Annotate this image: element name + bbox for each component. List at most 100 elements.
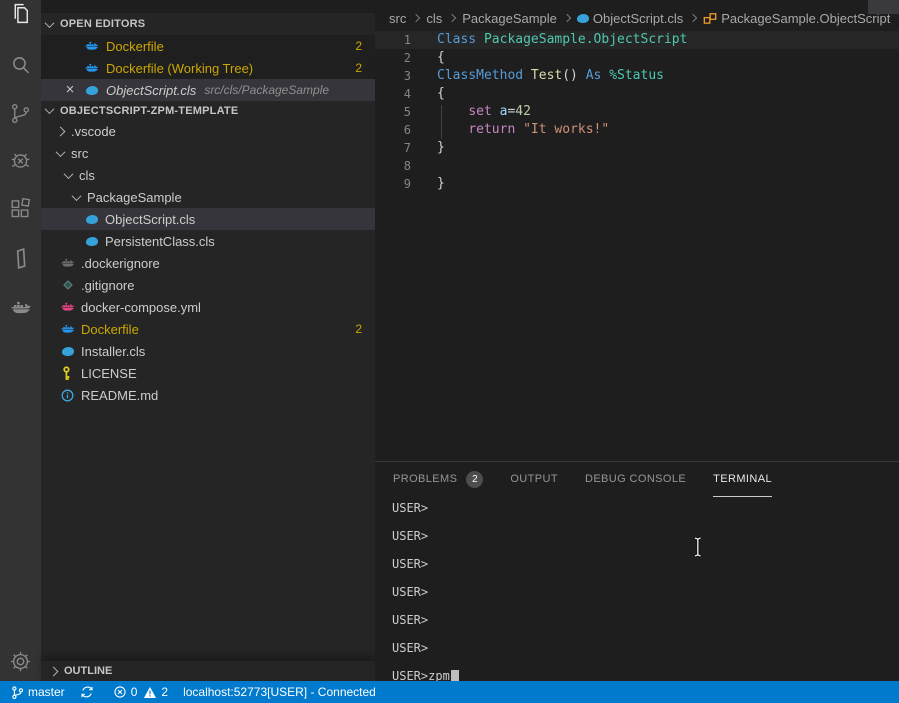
tree-file-persistentclass-cls[interactable]: PersistentClass.cls <box>41 230 375 252</box>
code-line-text: } <box>420 175 445 193</box>
terminal-input-line: USER>zpm <box>392 669 899 681</box>
terminal-prompt-line: USER> <box>392 613 899 641</box>
panel-tab-output[interactable]: OUTPUT <box>510 462 558 497</box>
panel-tab-label: DEBUG CONSOLE <box>585 473 686 485</box>
line-number: 1 <box>375 31 420 49</box>
docker-icon <box>8 295 34 320</box>
code-line-text <box>420 157 437 175</box>
terminal-prompt-line: USER> <box>392 501 899 529</box>
terminal-prompt: USER> <box>392 669 428 681</box>
activity-bar-item-extensions[interactable] <box>0 187 41 229</box>
tree-folder-cls[interactable]: cls <box>41 164 375 186</box>
chevron-down-icon <box>56 147 66 157</box>
open-editors-header[interactable]: OPEN EDITORS <box>41 13 375 35</box>
code-line-text: } <box>420 139 445 157</box>
tree-folder--vscode[interactable]: .vscode <box>41 120 375 142</box>
breadcrumb-item[interactable]: src <box>389 11 406 26</box>
workspace-title: OBJECTSCRIPT-ZPM-TEMPLATE <box>60 105 238 117</box>
activity-bar <box>0 0 41 681</box>
docker-file-icon <box>59 322 76 336</box>
tree-item-label: docker-compose.yml <box>81 300 201 315</box>
source-control-icon <box>8 101 33 126</box>
activity-bar-item-manage[interactable] <box>0 640 41 682</box>
server-connection-status[interactable]: localhost:52773[USER] - Connected <box>183 681 376 703</box>
tree-file--dockerignore[interactable]: .dockerignore <box>41 252 375 274</box>
workspace-header[interactable]: OBJECTSCRIPT-ZPM-TEMPLATE <box>41 101 375 120</box>
terminal-prompt-line: USER> <box>392 557 899 585</box>
git-branch-status[interactable]: master <box>10 681 65 703</box>
tree-folder-packagesample[interactable]: PackageSample <box>41 186 375 208</box>
outline-header[interactable]: OUTLINE <box>41 660 375 681</box>
open-editor-item[interactable]: ×ObjectScript.clssrc/cls/PackageSample <box>41 79 375 101</box>
tree-item-label: PackageSample <box>87 190 182 205</box>
line-number: 4 <box>375 85 420 103</box>
tree-item-label: cls <box>79 168 95 183</box>
tree-file-installer-cls[interactable]: Installer.cls <box>41 340 375 362</box>
info-icon <box>59 389 76 402</box>
activity-bar-item-docker[interactable] <box>0 286 41 328</box>
activity-bar-item-intersystems-objectscript[interactable] <box>0 237 41 279</box>
breadcrumb-item[interactable]: PackageSample <box>462 11 557 26</box>
activity-bar-item-search[interactable] <box>0 44 41 86</box>
open-editor-item[interactable]: Dockerfile (Working Tree)2 <box>41 57 375 79</box>
open-editor-label: Dockerfile <box>106 39 164 54</box>
branch-name: master <box>28 685 65 699</box>
sync-icon <box>80 685 94 699</box>
tree-file-objectscript-cls[interactable]: ObjectScript.cls <box>41 208 375 230</box>
breadcrumb-item[interactable]: cls <box>426 11 442 26</box>
editor-code[interactable]: 1Class PackageSample.ObjectScript2{3Clas… <box>375 31 899 193</box>
warning-count: 2 <box>161 685 168 699</box>
code-line-text: set a=42 <box>420 103 531 121</box>
tree-file--gitignore[interactable]: .gitignore <box>41 274 375 296</box>
panel-tab-terminal[interactable]: TERMINAL <box>713 462 772 497</box>
open-editor-item[interactable]: Dockerfile2 <box>41 35 375 57</box>
code-line: 8 <box>375 157 899 175</box>
open-editor-label: Dockerfile (Working Tree) <box>106 61 253 76</box>
line-number: 5 <box>375 103 420 121</box>
git-branch-icon <box>10 685 24 700</box>
tree-folder-src[interactable]: src <box>41 142 375 164</box>
vscode-window: OPEN EDITORS Dockerfile2Dockerfile (Work… <box>0 0 899 703</box>
panel-tab-label: OUTPUT <box>510 473 558 485</box>
tree-file-readme-md[interactable]: README.md <box>41 384 375 406</box>
code-line: 4{ <box>375 85 899 103</box>
close-icon[interactable]: × <box>61 85 79 95</box>
editor-pane: src cls PackageSample ObjectScript.cls Packa… <box>375 0 899 461</box>
tree-item-label: .dockerignore <box>81 256 160 271</box>
terminal-content[interactable]: USER>USER>USER>USER>USER>USER>USER>zpm <box>375 497 899 681</box>
activity-bar-item-source-control[interactable] <box>0 92 41 134</box>
breadcrumb-item[interactable]: PackageSample.ObjectScript <box>703 11 890 26</box>
minimap-slider[interactable] <box>868 0 899 14</box>
problems-status[interactable]: 0 2 <box>113 681 168 703</box>
problems-count-badge: 2 <box>466 471 483 488</box>
breadcrumb-separator-icon <box>563 14 571 22</box>
activity-bar-item-explorer[interactable] <box>0 0 41 34</box>
cls-file-icon <box>83 237 100 246</box>
line-number: 7 <box>375 139 420 157</box>
terminal-prompt-line: USER> <box>392 641 899 669</box>
tree-file-docker-compose-yml[interactable]: docker-compose.yml <box>41 296 375 318</box>
indent-guide <box>441 105 442 139</box>
panel-tab-label: PROBLEMS <box>393 473 457 485</box>
panel-tab-problems[interactable]: PROBLEMS 2 <box>393 462 483 497</box>
activity-bar-item-run-and-debug[interactable] <box>0 139 41 181</box>
tree-file-dockerfile[interactable]: Dockerfile2 <box>41 318 375 340</box>
tree-item-label: Dockerfile <box>81 322 139 337</box>
tree-file-license[interactable]: LICENSE <box>41 362 375 384</box>
breadcrumb-label: PackageSample.ObjectScript <box>721 11 890 26</box>
breadcrumb: src cls PackageSample ObjectScript.cls Packa… <box>389 7 899 29</box>
panel-tab-debug-console[interactable]: DEBUG CONSOLE <box>585 462 686 497</box>
chevron-down-icon <box>45 18 55 28</box>
line-number: 6 <box>375 121 420 139</box>
breadcrumb-item[interactable]: ObjectScript.cls <box>577 11 683 26</box>
docker-file-icon <box>59 256 76 270</box>
breadcrumb-separator-icon <box>448 14 456 22</box>
file-tree: .vscode src cls PackageSample ObjectScript.c… <box>41 120 375 406</box>
settings-gear-icon <box>8 649 33 674</box>
tree-item-label: .vscode <box>71 124 116 139</box>
sync-button[interactable] <box>80 681 98 703</box>
bottom-panel: PROBLEMS 2 OUTPUT DEBUG CONSOLE TERMINAL USE… <box>375 461 899 681</box>
cls-file-icon <box>59 347 76 356</box>
status-bar: master 0 2 localhost:52773[USER] - Conne… <box>0 681 899 703</box>
tree-item-label: .gitignore <box>81 278 134 293</box>
